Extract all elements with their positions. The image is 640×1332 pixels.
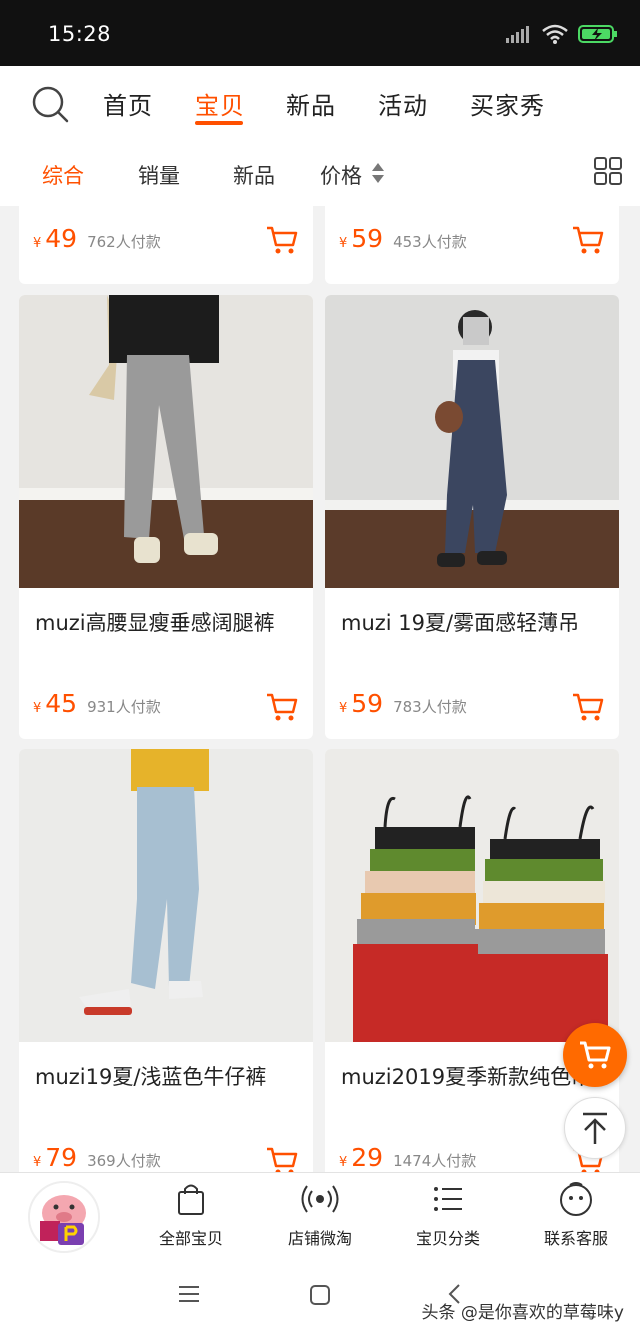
status-bar: 15:28 [0,0,640,66]
product-grid: ¥ 49 762人付款 ¥ 59 453人付款 muzi高腰显瘦垂感阔腿裤 ¥ … [0,206,640,1172]
product-image[interactable] [19,295,313,588]
chat-face-icon [560,1182,592,1216]
price-row: ¥ 59 783人付款 [339,689,467,718]
bottom-nav-label: 联系客服 [543,1229,608,1248]
arrow-up-icon [583,1112,607,1144]
menu-icon[interactable] [178,1284,200,1304]
list-icon [434,1187,462,1211]
shop-feed-button[interactable]: 店铺微淘 [265,1179,375,1249]
contact-service-button[interactable]: 联系客服 [521,1179,631,1249]
price-row: ¥ 59 453人付款 [339,224,467,253]
product-price: 59 [351,689,384,718]
all-items-button[interactable]: 全部宝贝 [136,1179,246,1249]
broadcast-icon [301,1185,339,1213]
sold-count: 453人付款 [393,233,467,251]
signal-icon [506,26,529,43]
price-row: ¥ 79 369人付款 [33,1143,161,1172]
sold-count: 783人付款 [393,698,467,716]
shopping-bag-icon [178,1184,204,1215]
price-row: ¥ 29 1474人付款 [339,1143,476,1172]
sort-sales[interactable]: 销量 [138,160,180,190]
item-categories-button[interactable]: 宝贝分类 [393,1179,503,1249]
product-price: 59 [351,224,384,253]
price-row: ¥ 45 931人付款 [33,689,161,718]
tab-home[interactable]: 首页 [103,86,153,121]
shop-avatar[interactable] [28,1181,100,1253]
bottom-nav: 全部宝贝 店铺微淘 宝贝分类 联系客服 [0,1172,640,1256]
sort-new[interactable]: 新品 [233,160,275,190]
bottom-nav-label: 全部宝贝 [158,1229,223,1248]
cart-icon [580,1041,611,1069]
sold-count: 369人付款 [87,1152,161,1170]
product-image[interactable] [325,295,619,588]
tab-activity[interactable]: 活动 [378,86,428,121]
sort-price[interactable]: 价格 [320,160,362,190]
add-to-cart-icon[interactable] [265,691,299,723]
sold-count: 1474人付款 [393,1152,477,1170]
sort-arrows-icon [372,163,384,183]
watermark-text: 头条 @是你喜欢的草莓味y [421,1303,624,1323]
status-icons [506,24,618,44]
add-to-cart-icon[interactable] [571,691,605,723]
product-image[interactable] [325,749,619,1042]
currency-symbol: ¥ [33,701,42,716]
product-price: 29 [351,1143,384,1172]
sort-overall[interactable]: 综合 [42,160,84,190]
product-card[interactable]: muzi高腰显瘦垂感阔腿裤 ¥ 45 931人付款 [19,295,313,739]
status-time: 15:28 [48,22,112,46]
wifi-icon [542,24,568,44]
product-card[interactable]: ¥ 49 762人付款 [19,206,313,284]
product-price: 49 [45,224,78,253]
home-square-icon[interactable] [309,1284,331,1306]
sort-bar: 综合 销量 新品 价格 [0,138,640,206]
product-price: 79 [45,1143,78,1172]
add-to-cart-icon[interactable] [265,224,299,256]
currency-symbol: ¥ [339,236,348,251]
tab-new[interactable]: 新品 [286,86,336,121]
sold-count: 762人付款 [87,233,161,251]
bottom-nav-label: 宝贝分类 [415,1229,480,1248]
battery-icon [578,25,617,43]
product-price: 45 [45,689,78,718]
currency-symbol: ¥ [339,701,348,716]
active-tab-indicator [195,121,243,125]
product-title[interactable]: muzi 19夏/雾面感轻薄吊 [341,607,611,637]
product-image[interactable] [19,749,313,1042]
currency-symbol: ¥ [33,1155,42,1170]
product-title[interactable]: muzi19夏/浅蓝色牛仔裤 [35,1061,305,1091]
bottom-nav-label: 店铺微淘 [287,1229,352,1248]
add-to-cart-icon[interactable] [571,224,605,256]
search-icon[interactable] [30,84,70,124]
tab-items[interactable]: 宝贝 [195,86,245,121]
add-to-cart-icon[interactable] [265,1145,299,1172]
product-card[interactable]: muzi19夏/浅蓝色牛仔裤 ¥ 79 369人付款 [19,749,313,1172]
back-to-top-button[interactable] [564,1097,626,1159]
product-card[interactable]: ¥ 59 453人付款 [325,206,619,284]
currency-symbol: ¥ [339,1155,348,1170]
price-row: ¥ 49 762人付款 [33,224,161,253]
product-card[interactable]: muzi 19夏/雾面感轻薄吊 ¥ 59 783人付款 [325,295,619,739]
floating-cart-button[interactable] [563,1023,627,1087]
system-nav-bar: 头条 @是你喜欢的草莓味y [0,1256,640,1332]
grid-view-icon[interactable] [594,157,622,185]
product-title[interactable]: muzi高腰显瘦垂感阔腿裤 [35,607,305,637]
top-nav: 首页 宝贝 新品 活动 买家秀 [0,66,640,138]
sold-count: 931人付款 [87,698,161,716]
tab-buyer-show[interactable]: 买家秀 [470,86,545,121]
currency-symbol: ¥ [33,236,42,251]
